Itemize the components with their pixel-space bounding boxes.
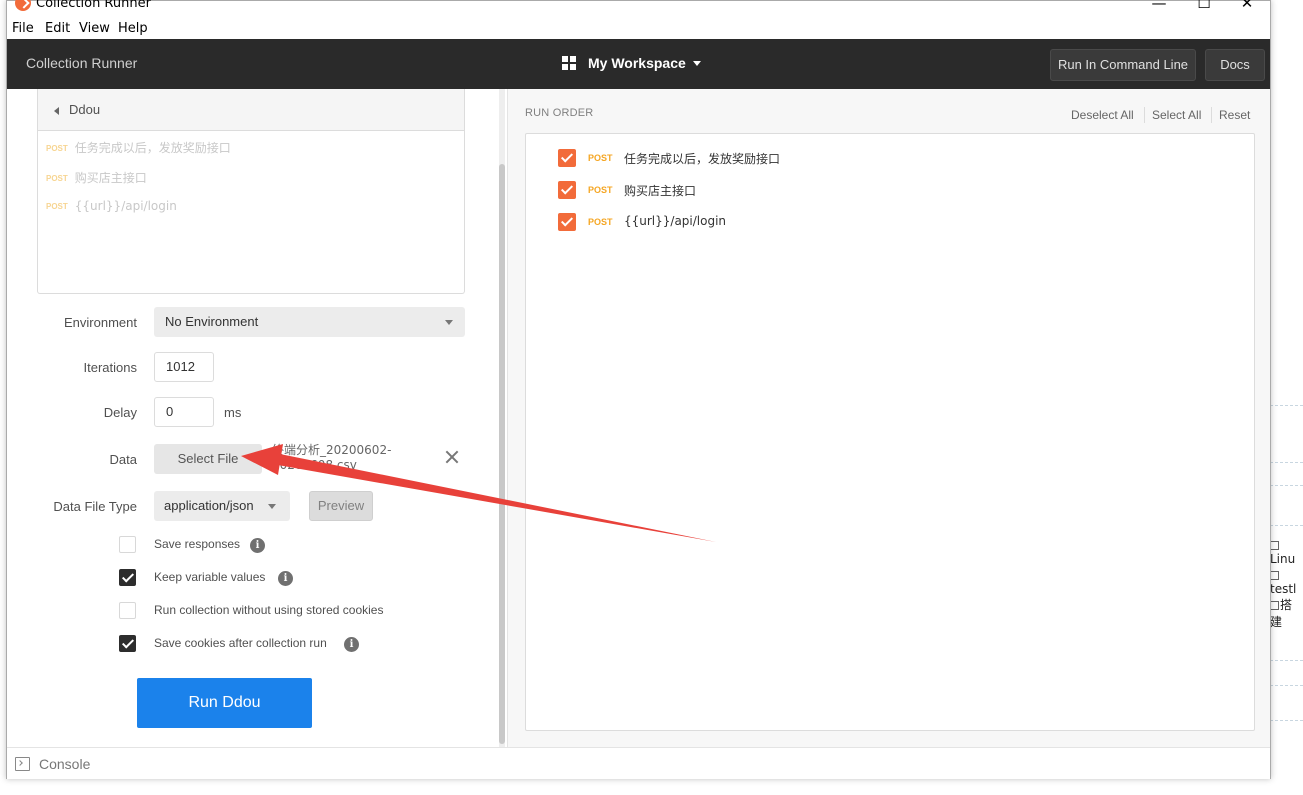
status-footer: Console: [7, 747, 1270, 779]
scrollbar-thumb[interactable]: [499, 164, 505, 744]
environment-select[interactable]: No Environment: [154, 307, 465, 337]
select-all-link[interactable]: Select All: [1152, 108, 1201, 122]
bg-divider: [1270, 720, 1303, 721]
caret-down-icon: [693, 61, 701, 66]
method-badge: POST: [46, 144, 68, 153]
menu-view[interactable]: View: [79, 21, 110, 36]
menu-file[interactable]: File: [12, 21, 34, 36]
select-file-button[interactable]: Select File: [154, 444, 262, 474]
console-toggle[interactable]: Console: [39, 756, 90, 772]
back-arrow-icon[interactable]: [54, 107, 59, 115]
data-label: Data: [109, 452, 137, 467]
postman-logo-icon: [15, 0, 31, 11]
run-order-title: RUN ORDER: [525, 107, 594, 119]
option-label: Keep variable values: [154, 570, 266, 584]
reset-link[interactable]: Reset: [1219, 108, 1250, 122]
bg-list-item[interactable]: testl: [1270, 568, 1303, 596]
runner-config-panel: Ddou POST 任务完成以后，发放奖励接口 POST 购买店主接口 POST {{…: [7, 89, 507, 747]
collection-request-item[interactable]: POST 购买店主接口: [46, 169, 147, 185]
title-bar: Collection Runner — ☐ ✕: [7, 0, 1270, 21]
run-without-cookies-checkbox[interactable]: [119, 602, 136, 619]
close-icon[interactable]: ✕: [1225, 0, 1269, 14]
method-badge: POST: [46, 202, 68, 211]
run-order-panel: RUN ORDER Deselect All Select All Reset …: [508, 89, 1270, 747]
bg-divider: [1270, 685, 1303, 686]
run-collection-button[interactable]: Run Ddou: [137, 678, 312, 728]
bg-divider: [1270, 660, 1303, 661]
bg-divider: [1270, 485, 1303, 486]
request-name: 购买店主接口: [624, 184, 697, 198]
menu-help[interactable]: Help: [118, 21, 148, 36]
run-order-checkbox[interactable]: [558, 149, 576, 167]
request-name: {{url}}/api/login: [74, 199, 177, 213]
minimize-icon[interactable]: —: [1137, 0, 1181, 14]
run-in-command-line-button[interactable]: Run In Command Line: [1050, 49, 1196, 81]
collection-request-item[interactable]: POST 任务完成以后，发放奖励接口: [46, 139, 231, 155]
separator: [1144, 107, 1145, 123]
option-label: Run collection without using stored cook…: [154, 603, 384, 617]
collection-request-item[interactable]: POST {{url}}/api/login: [46, 199, 177, 215]
workspace-label: My Workspace: [588, 55, 686, 71]
console-icon[interactable]: [15, 757, 30, 771]
app-header: Collection Runner My Workspace Run In Co…: [7, 39, 1270, 89]
bg-list-item[interactable]: Linu: [1270, 538, 1303, 566]
caret-down-icon: [268, 504, 276, 509]
save-cookies-checkbox[interactable]: [119, 635, 136, 652]
data-file-type-label: Data File Type: [53, 499, 137, 514]
data-file-type-select[interactable]: application/json: [154, 491, 290, 521]
info-icon[interactable]: i: [278, 571, 293, 586]
delay-input[interactable]: 0: [154, 397, 214, 427]
keep-variable-values-checkbox[interactable]: [119, 569, 136, 586]
data-file-type-value: application/json: [164, 498, 254, 513]
environment-value: No Environment: [165, 314, 259, 329]
collection-name: Ddou: [69, 102, 101, 117]
request-name: 任务完成以后，发放奖励接口: [74, 141, 231, 155]
run-order-list: POST 任务完成以后，发放奖励接口 POST 购买店主接口 POST {{ur…: [525, 133, 1255, 731]
method-badge: POST: [588, 153, 613, 163]
request-name: {{url}}/api/login: [624, 214, 727, 228]
menu-edit[interactable]: Edit: [45, 21, 70, 36]
iterations-label: Iterations: [83, 360, 137, 375]
request-name: 购买店主接口: [74, 171, 147, 185]
delay-unit: ms: [224, 405, 242, 420]
menu-bar: File Edit View Help: [7, 20, 1270, 39]
bg-list-item[interactable]: 搭建: [1270, 596, 1303, 630]
iterations-input[interactable]: 1012: [154, 352, 214, 382]
collection-box: Ddou POST 任务完成以后，发放奖励接口 POST 购买店主接口 POST {{…: [37, 89, 465, 294]
grid-icon: [562, 56, 577, 71]
scrollbar[interactable]: [499, 89, 505, 747]
docs-button[interactable]: Docs: [1205, 49, 1265, 81]
header-title: Collection Runner: [26, 55, 138, 71]
maximize-icon[interactable]: ☐: [1182, 0, 1226, 14]
run-order-checkbox[interactable]: [558, 181, 576, 199]
collection-header[interactable]: Ddou: [38, 89, 464, 131]
bg-divider: [1270, 462, 1303, 463]
option-label: Save responses: [154, 537, 241, 551]
collection-runner-window: Collection Runner — ☐ ✕ File Edit View H…: [6, 0, 1271, 779]
method-badge: POST: [588, 185, 613, 195]
delay-label: Delay: [103, 405, 137, 420]
option-label: Save cookies after collection run: [154, 636, 327, 650]
window-title: Collection Runner: [36, 0, 151, 11]
caret-down-icon: [445, 320, 453, 325]
info-icon[interactable]: i: [250, 538, 265, 553]
preview-button[interactable]: Preview: [309, 491, 373, 521]
request-name: 任务完成以后，发放奖励接口: [624, 152, 781, 166]
separator: [1211, 107, 1212, 123]
deselect-all-link[interactable]: Deselect All: [1071, 108, 1134, 122]
data-file-name: 终端分析_20200602-20200608.csv: [272, 443, 392, 472]
environment-label: Environment: [64, 315, 137, 330]
method-badge: POST: [46, 174, 68, 183]
method-badge: POST: [588, 217, 613, 227]
close-icon[interactable]: [444, 449, 460, 465]
bg-divider: [1270, 405, 1303, 406]
run-order-checkbox[interactable]: [558, 213, 576, 231]
info-icon[interactable]: i: [344, 637, 359, 652]
bg-divider: [1270, 525, 1303, 526]
save-responses-checkbox[interactable]: [119, 536, 136, 553]
